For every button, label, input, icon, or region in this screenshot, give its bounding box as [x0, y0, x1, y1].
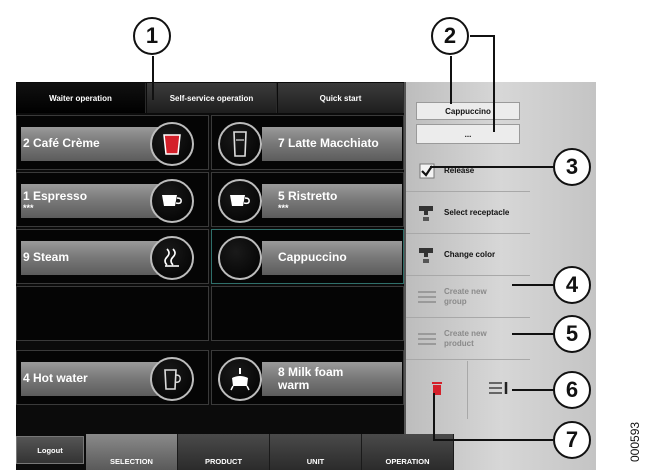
tall-glass-icon [218, 122, 262, 166]
strength-stars: *** [23, 203, 34, 213]
dispenser-icon [414, 203, 440, 223]
product-tile-cafe-creme[interactable]: 2 Café Crème [16, 115, 209, 170]
callout-leader [512, 389, 554, 391]
callout-4: 4 [553, 266, 591, 304]
callout-leader [450, 56, 452, 104]
create-new-group-button[interactable]: Create new group [406, 276, 530, 318]
grid-icon [414, 290, 440, 304]
product-label: 9 Steam [23, 250, 70, 264]
product-tile-cappuccino[interactable]: Cappuccino [211, 229, 404, 284]
empty-slot[interactable] [211, 286, 404, 341]
hot-water-glass-icon [150, 357, 194, 401]
callout-2: 2 [431, 17, 469, 55]
nav-unit[interactable]: UNIT [270, 434, 362, 470]
callout-leader [512, 333, 554, 335]
nav-product[interactable]: PRODUCT [178, 434, 270, 470]
change-color-label: Change color [444, 249, 496, 259]
create-product-label: Create new product [444, 328, 487, 348]
product-tile-ristretto[interactable]: 5 Ristretto *** [211, 172, 404, 227]
callout-5: 5 [553, 315, 591, 353]
product-label: Cappuccino [278, 250, 347, 264]
product-label: 2 Café Crème [23, 136, 100, 150]
tab-waiter-operation[interactable]: Waiter operation [16, 83, 146, 113]
callout-leader [433, 393, 435, 440]
callout-6: 6 [553, 371, 591, 409]
callout-leader [493, 35, 495, 132]
espresso-cup-icon [218, 179, 262, 223]
product-label: 5 Ristretto [278, 189, 338, 203]
delete-button[interactable] [406, 361, 468, 419]
logout-button[interactable]: Logout [16, 436, 84, 464]
callout-1: 1 [133, 17, 171, 55]
callout-leader [430, 166, 554, 168]
grid-icon [414, 332, 440, 346]
callout-7: 7 [553, 421, 591, 459]
product-tile-hot-water[interactable]: 4 Hot water [16, 350, 209, 405]
product-name-field[interactable]: Cappuccino [416, 102, 520, 120]
change-color-button[interactable]: Change color [406, 234, 530, 276]
product-label: 1 Espresso [23, 189, 88, 203]
product-tile-espresso[interactable]: 1 Espresso *** [16, 172, 209, 227]
empty-product-icon [218, 236, 262, 280]
secondary-field[interactable]: ... [416, 124, 520, 144]
callout-3: 3 [553, 148, 591, 186]
callout-leader [512, 284, 554, 286]
product-label: 7 Latte Macchiato [278, 136, 379, 150]
product-tile-steam[interactable]: 9 Steam [16, 229, 209, 284]
select-receptacle-button[interactable]: Select receptacle [406, 192, 530, 234]
product-label-line2: warm [278, 378, 310, 392]
select-receptacle-label: Select receptacle [444, 207, 510, 217]
nav-selection[interactable]: SELECTION [86, 434, 178, 470]
product-tile-latte-macchiato[interactable]: 7 Latte Macchiato [211, 115, 404, 170]
tab-self-service-operation[interactable]: Self-service operation [147, 83, 277, 113]
list-order-icon [488, 380, 510, 401]
checkbox-icon[interactable] [414, 163, 440, 179]
coffee-machine-screen: Waiter operation Self-service operation … [16, 82, 596, 470]
milk-jug-icon [218, 357, 262, 401]
tab-quick-start[interactable]: Quick start [278, 83, 404, 113]
callout-leader [470, 35, 494, 37]
product-tile-milk-foam-warm[interactable]: 8 Milk foam warm [211, 350, 404, 405]
empty-slot[interactable] [16, 286, 209, 341]
espresso-cup-icon [150, 179, 194, 223]
steam-icon [150, 236, 194, 280]
callout-leader [152, 56, 154, 100]
figure-code: 000593 [628, 421, 642, 462]
dispenser-icon [414, 245, 440, 265]
strength-stars: *** [278, 203, 289, 213]
create-new-product-button[interactable]: Create new product [406, 318, 530, 360]
red-cup-icon [150, 122, 194, 166]
release-toggle[interactable]: Release [406, 150, 530, 192]
product-label: 4 Hot water [23, 371, 88, 385]
callout-leader [433, 439, 553, 441]
create-group-label: Create new group [444, 286, 487, 306]
